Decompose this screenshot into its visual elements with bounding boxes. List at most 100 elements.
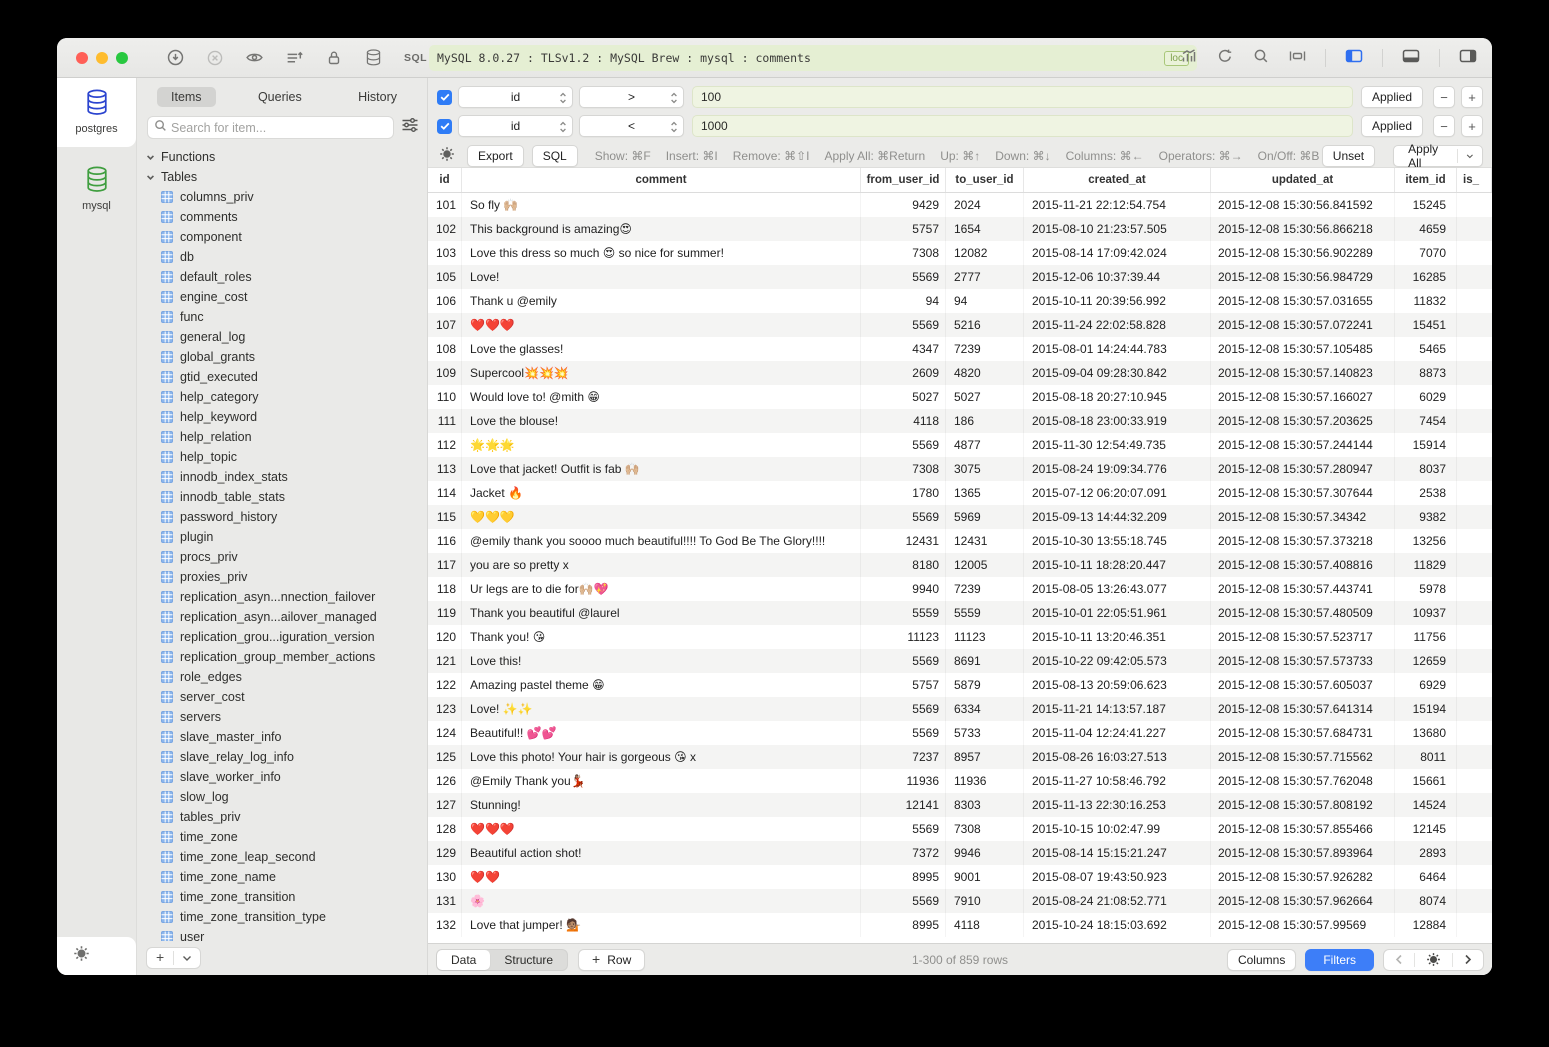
column-header-id[interactable]: id [428,168,462,192]
cell-updated-at[interactable]: 2015-12-08 15:30:57.684731 [1211,721,1395,745]
cell-created-at[interactable]: 2015-08-14 15:15:21.247 [1024,841,1211,865]
table-list-item[interactable]: procs_priv [137,547,427,567]
cell-updated-at[interactable]: 2015-12-08 15:30:57.166027 [1211,385,1395,409]
table-list-item[interactable]: slave_master_info [137,727,427,747]
cell-item-id[interactable]: 8074 [1395,889,1457,913]
sql-button[interactable]: SQL [532,145,578,167]
cell-comment[interactable]: This background is amazing😍 [462,217,861,241]
stats-chart-icon[interactable] [1180,47,1198,70]
cell-is[interactable] [1457,745,1492,769]
add-item-button[interactable]: + [147,949,173,967]
cell-updated-at[interactable]: 2015-12-08 15:30:57.962664 [1211,889,1395,913]
cell-is[interactable] [1457,673,1492,697]
cell-to-user-id[interactable]: 12431 [946,529,1024,553]
tab-history[interactable]: History [344,87,411,107]
table-row[interactable]: 110Would love to! @mith 😁502750272015-08… [428,385,1492,409]
cell-id[interactable]: 101 [428,193,462,217]
cell-created-at[interactable]: 2015-11-24 22:02:58.828 [1024,313,1211,337]
remove-filter-button[interactable]: − [1433,86,1455,108]
table-row[interactable]: 131🌸556979102015-08-24 21:08:52.7712015-… [428,889,1492,913]
cell-to-user-id[interactable]: 4118 [946,913,1024,937]
cell-to-user-id[interactable]: 7239 [946,577,1024,601]
table-row[interactable]: 126@Emily Thank you💃🏽11936119362015-11-2… [428,769,1492,793]
cell-item-id[interactable]: 14524 [1395,793,1457,817]
cell-comment[interactable]: @Emily Thank you💃🏽 [462,769,861,793]
search-input[interactable] [171,121,387,135]
table-row[interactable]: 117you are so pretty x8180120052015-10-1… [428,553,1492,577]
cell-item-id[interactable]: 12145 [1395,817,1457,841]
cell-is[interactable] [1457,889,1492,913]
cell-comment[interactable]: Beautiful action shot! [462,841,861,865]
cell-item-id[interactable]: 6029 [1395,385,1457,409]
cell-comment[interactable]: Amazing pastel theme 😁 [462,673,861,697]
cell-updated-at[interactable]: 2015-12-08 15:30:56.902289 [1211,241,1395,265]
connection-mysql[interactable]: mysql [57,165,136,212]
cell-created-at[interactable]: 2015-11-13 22:30:16.253 [1024,793,1211,817]
filter-enabled-checkbox[interactable] [437,119,452,134]
cell-to-user-id[interactable]: 5879 [946,673,1024,697]
remove-filter-button[interactable]: − [1433,115,1455,137]
filter-operator-select[interactable]: < [579,115,684,137]
cell-to-user-id[interactable]: 11936 [946,769,1024,793]
cell-comment[interactable]: ❤️❤️❤️ [462,313,861,337]
column-header-from_user_id[interactable]: from_user_id [861,168,946,192]
cell-to-user-id[interactable]: 5733 [946,721,1024,745]
cell-created-at[interactable]: 2015-10-15 10:02:47.99 [1024,817,1211,841]
cell-updated-at[interactable]: 2015-12-08 15:30:57.373218 [1211,529,1395,553]
table-row[interactable]: 116@emily thank you soooo much beautiful… [428,529,1492,553]
cell-comment[interactable]: Would love to! @mith 😁 [462,385,861,409]
cell-id[interactable]: 107 [428,313,462,337]
table-row[interactable]: 111Love the blouse!41181862015-08-18 23:… [428,409,1492,433]
cell-id[interactable]: 118 [428,577,462,601]
table-row[interactable]: 124Beautiful!! 💕💕556957332015-11-04 12:2… [428,721,1492,745]
cell-created-at[interactable]: 2015-08-24 21:08:52.771 [1024,889,1211,913]
table-list-item[interactable]: time_zone [137,827,427,847]
cell-to-user-id[interactable]: 8691 [946,649,1024,673]
cell-id[interactable]: 111 [428,409,462,433]
cell-created-at[interactable]: 2015-11-27 10:58:46.792 [1024,769,1211,793]
cell-updated-at[interactable]: 2015-12-08 15:30:57.926282 [1211,865,1395,889]
cell-is[interactable] [1457,385,1492,409]
apply-all-button[interactable]: Apply All [1393,145,1483,167]
limit-icon[interactable] [1288,47,1307,70]
cell-from-user-id[interactable]: 4347 [861,337,946,361]
cell-to-user-id[interactable]: 2024 [946,193,1024,217]
cell-is[interactable] [1457,601,1492,625]
add-filter-button[interactable]: + [1461,86,1483,108]
table-list-item[interactable]: role_edges [137,667,427,687]
filter-enabled-checkbox[interactable] [437,90,452,105]
cell-is[interactable] [1457,697,1492,721]
cell-is[interactable] [1457,457,1492,481]
table-row[interactable]: 106Thank u @emily94942015-10-11 20:39:56… [428,289,1492,313]
filter-gear-icon[interactable] [439,146,455,167]
cell-item-id[interactable]: 6464 [1395,865,1457,889]
cell-to-user-id[interactable]: 1365 [946,481,1024,505]
cell-updated-at[interactable]: 2015-12-08 15:30:57.031655 [1211,289,1395,313]
cell-item-id[interactable]: 13680 [1395,721,1457,745]
cell-comment[interactable]: 🌸 [462,889,861,913]
page-settings-gear-icon[interactable] [1415,952,1452,967]
table-row[interactable]: 128❤️❤️❤️556973082015-10-15 10:02:47.992… [428,817,1492,841]
cell-created-at[interactable]: 2015-11-21 14:13:57.187 [1024,697,1211,721]
table-list-item[interactable]: time_zone_transition_type [137,907,427,927]
table-row[interactable]: 121Love this!556986912015-10-22 09:42:05… [428,649,1492,673]
cell-created-at[interactable]: 2015-08-10 21:23:57.505 [1024,217,1211,241]
unset-button[interactable]: Unset [1322,145,1375,167]
cell-updated-at[interactable]: 2015-12-08 15:30:56.866218 [1211,217,1395,241]
cell-comment[interactable]: Thank you beautiful @laurel [462,601,861,625]
cell-is[interactable] [1457,409,1492,433]
cell-to-user-id[interactable]: 8303 [946,793,1024,817]
cell-to-user-id[interactable]: 12082 [946,241,1024,265]
table-row[interactable]: 120Thank you! 😘11123111232015-10-11 13:2… [428,625,1492,649]
cell-is[interactable] [1457,721,1492,745]
cell-from-user-id[interactable]: 5569 [861,433,946,457]
table-row[interactable]: 122Amazing pastel theme 😁575758792015-08… [428,673,1492,697]
tab-data[interactable]: Data [437,950,490,970]
column-header-to_user_id[interactable]: to_user_id [946,168,1024,192]
cell-id[interactable]: 131 [428,889,462,913]
table-list-item[interactable]: component [137,227,427,247]
backup-icon[interactable] [285,48,304,67]
cell-is[interactable] [1457,577,1492,601]
cell-comment[interactable]: you are so pretty x [462,553,861,577]
cell-updated-at[interactable]: 2015-12-08 15:30:57.203625 [1211,409,1395,433]
